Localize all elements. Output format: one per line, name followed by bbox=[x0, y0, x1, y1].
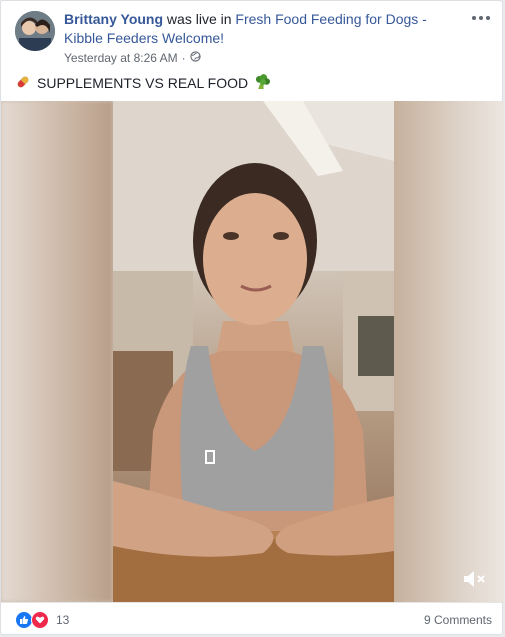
dot bbox=[486, 16, 490, 20]
post-action-text: was live in bbox=[163, 11, 236, 27]
pill-icon bbox=[15, 74, 31, 93]
author-avatar[interactable] bbox=[15, 11, 55, 51]
love-icon bbox=[31, 610, 49, 629]
post-header: Brittany Young was live in Fresh Food Fe… bbox=[64, 10, 464, 48]
post-footer: 13 9 Comments bbox=[1, 602, 504, 636]
video-scene bbox=[113, 101, 394, 602]
video-blur-left bbox=[1, 101, 113, 602]
video-blur-right bbox=[394, 101, 504, 602]
post-message-text: SUPPLEMENTS VS REAL FOOD bbox=[37, 75, 249, 91]
globe-icon[interactable] bbox=[190, 51, 201, 65]
broccoli-icon bbox=[254, 73, 271, 93]
post-timestamp[interactable]: Yesterday at 8:26 AM bbox=[64, 51, 178, 65]
reaction-count: 13 bbox=[56, 612, 70, 627]
post-meta: Yesterday at 8:26 AM · bbox=[64, 51, 201, 65]
video-frame bbox=[113, 101, 394, 602]
live-video-player[interactable] bbox=[1, 101, 504, 602]
comments-count-link[interactable]: 9 Comments bbox=[424, 613, 492, 627]
meta-separator: · bbox=[181, 51, 186, 65]
live-video-post: Brittany Young was live in Fresh Food Fe… bbox=[0, 0, 504, 636]
author-name-link[interactable]: Brittany Young bbox=[64, 11, 163, 27]
reactions-summary[interactable]: 13 bbox=[15, 610, 70, 629]
speaker-muted-icon[interactable] bbox=[460, 568, 488, 590]
dot bbox=[479, 16, 483, 20]
post-message: SUPPLEMENTS VS REAL FOOD bbox=[15, 73, 271, 93]
dot bbox=[472, 16, 476, 20]
more-options-button[interactable] bbox=[470, 10, 492, 26]
avatar-photo bbox=[15, 11, 55, 51]
